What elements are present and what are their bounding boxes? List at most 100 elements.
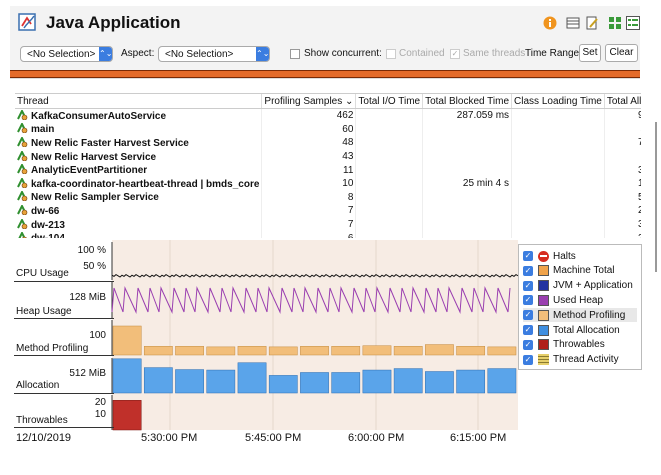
table-cell-blocked bbox=[422, 217, 513, 232]
legend-item[interactable]: ✓ Total Allocation bbox=[523, 323, 620, 337]
legend-checkbox[interactable]: ✓ bbox=[523, 339, 533, 350]
thread-name-cell: kafka-coordinator-heartbeat-thread | bmd… bbox=[15, 176, 263, 191]
table-header-row: Thread Profiling Samples ⌄ Total I/O Tim… bbox=[15, 94, 641, 109]
legend-item[interactable]: ✓ Halts bbox=[523, 249, 576, 263]
table-row[interactable]: New Relic Sampler Service 8 57.3 bbox=[15, 190, 641, 205]
table-cell-io bbox=[355, 136, 424, 150]
table-cell-blocked bbox=[422, 163, 513, 177]
legend-label: JVM + Application bbox=[553, 280, 633, 292]
table-cell-classload bbox=[511, 176, 605, 191]
table-cell-io bbox=[355, 231, 424, 238]
legend-item[interactable]: ✓ Used Heap bbox=[523, 293, 603, 307]
table-row[interactable]: AnalyticEventPartitioner 11 35.7 bbox=[15, 163, 641, 177]
table-cell-classload bbox=[511, 163, 605, 177]
method-tick-100: 100 bbox=[89, 330, 106, 341]
table-cell-samples: 48 bbox=[261, 136, 357, 150]
lane-divider bbox=[14, 318, 114, 319]
grid-layout-icon[interactable] bbox=[608, 16, 622, 30]
allocation-bar bbox=[393, 368, 423, 394]
table-cell-alloc: 201 bbox=[604, 149, 641, 164]
table-row[interactable]: dw-66 7 2.91 bbox=[15, 204, 641, 218]
contained-checkbox[interactable] bbox=[386, 49, 396, 59]
table-cell-alloc: 3.75 bbox=[604, 217, 641, 232]
col-thread[interactable]: Thread bbox=[15, 94, 263, 109]
timeline-selection-bar[interactable] bbox=[10, 70, 640, 78]
allocation-bar bbox=[362, 369, 392, 394]
legend-checkbox[interactable]: ✓ bbox=[523, 354, 533, 365]
col-total-io-time[interactable]: Total I/O Time bbox=[355, 94, 424, 109]
aspect-selector[interactable]: <No Selection> ⌃⌄ bbox=[158, 46, 270, 62]
allocation-bar bbox=[112, 358, 142, 394]
table-cell-io bbox=[355, 122, 424, 137]
table-cell-classload bbox=[511, 122, 605, 137]
table-row[interactable]: KafkaConsumerAutoService 462 287.059 ms 9.9… bbox=[15, 108, 641, 123]
table-row[interactable]: New Relic Faster Harvest Service 48 76.6 bbox=[15, 136, 641, 150]
table-cell-alloc: 35.7 bbox=[604, 163, 641, 177]
thread-selector[interactable]: <No Selection> ⌃⌄ bbox=[20, 46, 113, 62]
table-row[interactable]: dw-213 7 3.75 bbox=[15, 217, 641, 232]
legend-checkbox[interactable]: ✓ bbox=[523, 280, 533, 291]
table-cell-blocked bbox=[422, 190, 513, 205]
col-total-allocation[interactable]: Total Alloca bbox=[604, 94, 641, 109]
method-profiling-bar bbox=[112, 325, 142, 356]
table-row[interactable]: dw-104 6 2.96 bbox=[15, 231, 641, 238]
legend-checkbox[interactable]: ✓ bbox=[523, 265, 533, 276]
table-cell-alloc: 2.96 bbox=[604, 231, 641, 238]
legend-item[interactable]: ✓ Thread Activity bbox=[523, 353, 619, 367]
set-button[interactable]: Set bbox=[579, 44, 601, 62]
legend-item[interactable]: ✓ JVM + Application bbox=[523, 279, 633, 293]
legend-item[interactable]: ✓ Machine Total bbox=[523, 264, 615, 278]
method-profiling-bar bbox=[143, 346, 173, 356]
table-row[interactable]: kafka-coordinator-heartbeat-thread | bmd… bbox=[15, 176, 641, 191]
thread-name: New Relic Harvest Service bbox=[31, 151, 157, 163]
method-profiling-bar bbox=[300, 346, 329, 356]
table-cell-alloc: 57.3 bbox=[604, 190, 641, 205]
lane-divider bbox=[14, 355, 114, 356]
legend-checkbox[interactable]: ✓ bbox=[523, 251, 533, 261]
edit-icon[interactable] bbox=[585, 16, 599, 30]
method-profiling-bar bbox=[268, 346, 298, 356]
col-profiling-samples[interactable]: Profiling Samples ⌄ bbox=[261, 94, 357, 109]
table-row[interactable]: New Relic Harvest Service 43 201 bbox=[15, 149, 641, 164]
table-view-icon[interactable] bbox=[566, 16, 580, 30]
list-layout-icon[interactable] bbox=[626, 16, 640, 30]
thread-name: New Relic Sampler Service bbox=[31, 192, 159, 204]
clear-button[interactable]: Clear bbox=[605, 44, 638, 62]
thread-icon bbox=[17, 177, 28, 188]
legend-label: Machine Total bbox=[553, 265, 615, 277]
table-cell-blocked bbox=[422, 136, 513, 150]
table-cell-samples: 60 bbox=[261, 122, 357, 137]
col-class-loading-time[interactable]: Class Loading Time bbox=[511, 94, 605, 109]
legend-swatch bbox=[538, 339, 549, 351]
thread-name-cell: dw-104 bbox=[15, 231, 263, 238]
legend-checkbox[interactable]: ✓ bbox=[523, 325, 533, 335]
method-profiling-bar bbox=[331, 346, 361, 356]
col-total-blocked-time[interactable]: Total Blocked Time bbox=[422, 94, 513, 109]
table-row[interactable]: main 60 462 bbox=[15, 122, 641, 137]
thread-name: dw-66 bbox=[31, 205, 60, 217]
show-concurrent-checkbox[interactable] bbox=[290, 49, 300, 59]
table-cell-blocked bbox=[422, 149, 513, 164]
thread-name: AnalyticEventPartitioner bbox=[31, 165, 148, 177]
legend-checkbox[interactable]: ✓ bbox=[523, 295, 533, 306]
legend-item[interactable]: ✓ Method Profiling bbox=[523, 308, 637, 323]
lane-divider bbox=[14, 393, 114, 394]
allocation-bar bbox=[175, 369, 204, 394]
legend-item[interactable]: ✓ Throwables bbox=[523, 338, 605, 352]
window-scrollbar[interactable] bbox=[655, 122, 657, 272]
thread-name-cell: New Relic Harvest Service bbox=[15, 149, 263, 164]
same-threads-checkbox[interactable]: ✓ bbox=[450, 49, 460, 59]
legend-checkbox[interactable]: ✓ bbox=[523, 310, 533, 321]
legend-label: Halts bbox=[553, 250, 576, 262]
table-cell-samples: 7 bbox=[261, 217, 357, 232]
legend-label: Method Profiling bbox=[553, 309, 626, 321]
contained-label: Contained bbox=[399, 48, 445, 59]
throw-tick-20: 20 bbox=[94, 397, 106, 408]
thread-name: dw-213 bbox=[31, 219, 65, 231]
time-range-label: Time Range: bbox=[525, 48, 582, 59]
method-profiling-bar bbox=[487, 346, 517, 356]
table-cell-alloc: 2.91 bbox=[604, 204, 641, 218]
info-icon[interactable] bbox=[543, 16, 557, 30]
table-cell-samples: 10 bbox=[261, 176, 357, 191]
table-cell-classload bbox=[511, 108, 605, 123]
